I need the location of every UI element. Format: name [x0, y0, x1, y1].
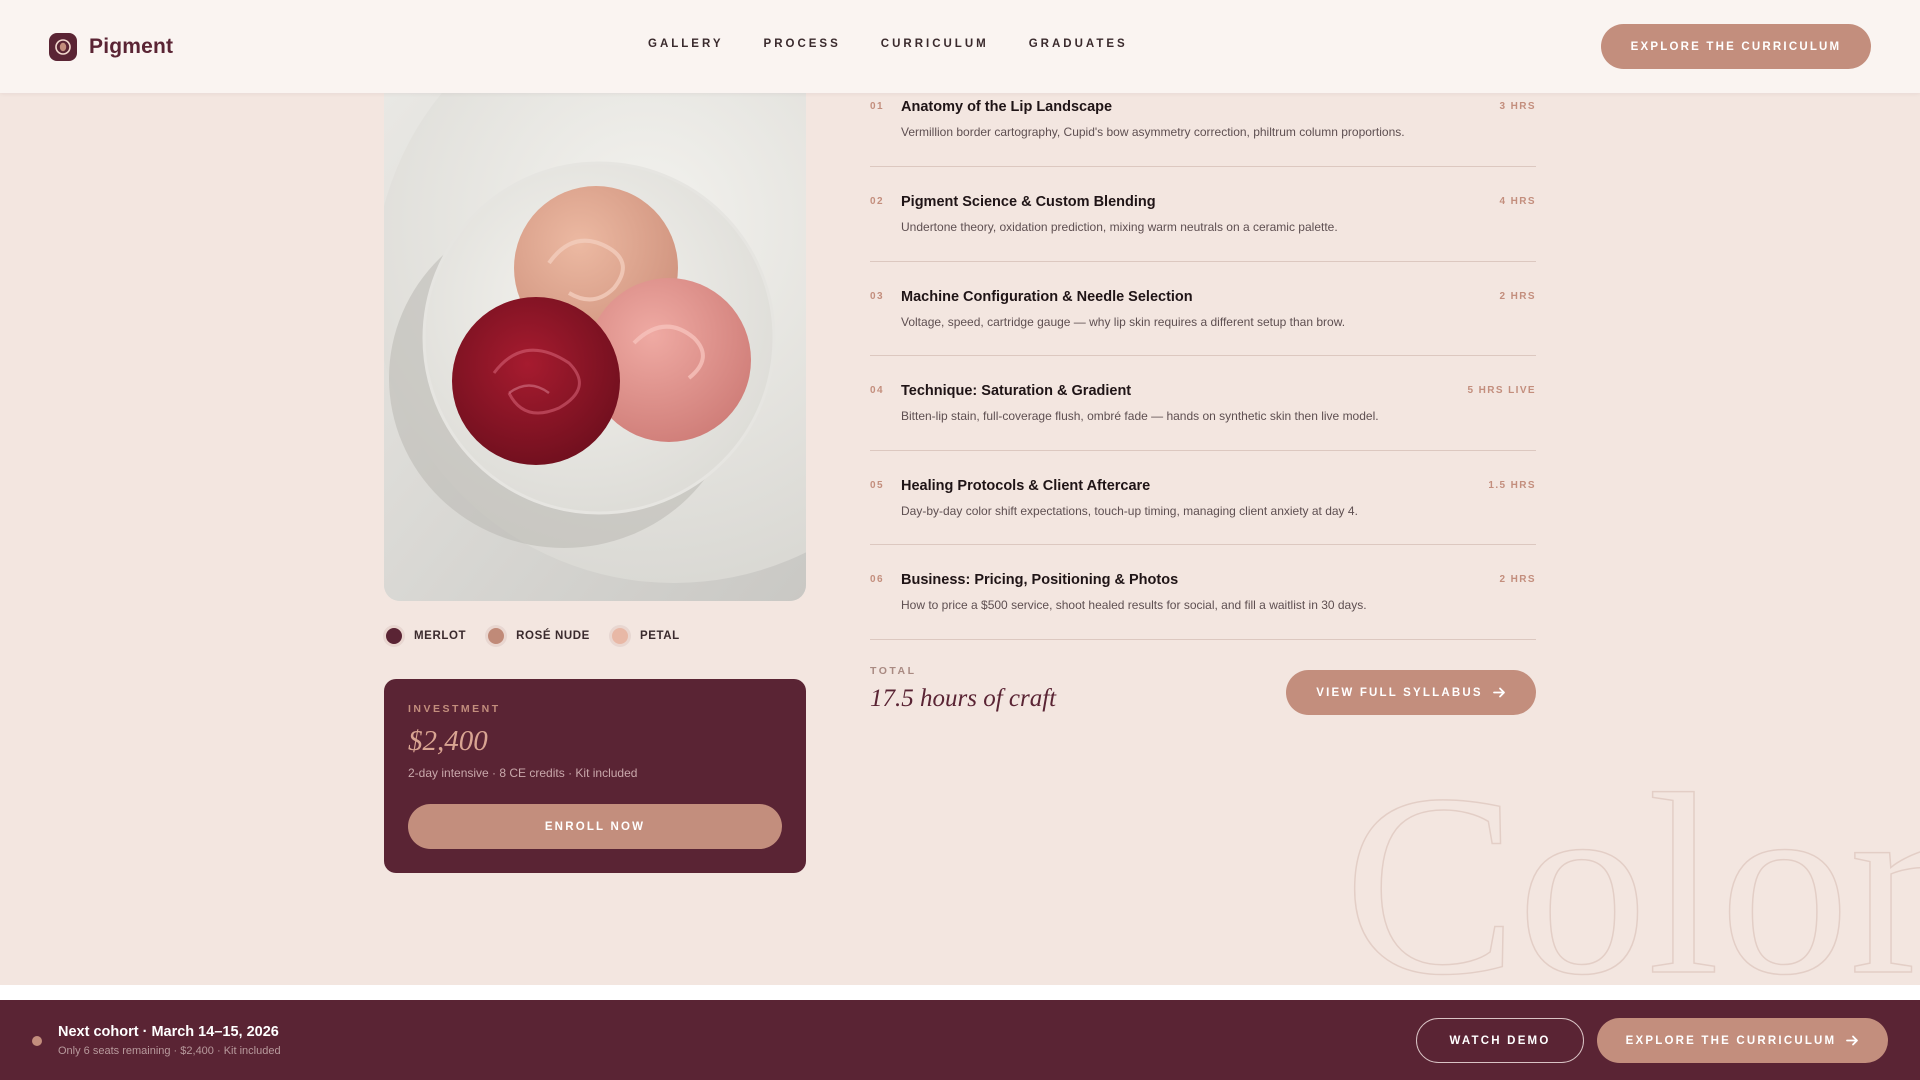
module-description: Undertone theory, oxidation prediction, … — [901, 220, 1338, 234]
module-description: Vermillion border cartography, Cupid's b… — [901, 125, 1405, 139]
swatch-petal-dot — [609, 626, 630, 646]
module-item[interactable]: 03 Machine Configuration & Needle Select… — [870, 262, 1536, 356]
module-title: Technique: Saturation & Gradient — [901, 383, 1132, 399]
module-item[interactable]: 04 Technique: Saturation & Gradient Bitt… — [870, 356, 1536, 451]
site-header: Pigment GALLERY PROCESS CURRICULUM GRADU… — [0, 0, 1920, 93]
module-description: How to price a $500 service, shoot heale… — [901, 598, 1367, 612]
enroll-now-button[interactable]: ENROLL NOW — [408, 804, 782, 849]
module-description: Voltage, speed, cartridge gauge — why li… — [901, 314, 1346, 329]
module-hours: 4 HRS — [1499, 196, 1536, 207]
brand[interactable]: Pigment — [49, 33, 173, 61]
investment-price: $2,400 — [408, 725, 488, 757]
arrow-right-icon — [1846, 1034, 1859, 1047]
module-hours: 1.5 HRS — [1488, 479, 1536, 491]
watch-demo-label: WATCH DEMO — [1449, 1034, 1551, 1047]
swatch-petal[interactable]: PETAL — [609, 626, 680, 646]
module-number: 05 — [870, 479, 885, 491]
module-title: Machine Configuration & Needle Selection — [901, 288, 1193, 305]
swatch-rose-nude-label: ROSÉ NUDE — [516, 630, 590, 642]
view-full-syllabus-label: VIEW FULL SYLLABUS — [1316, 686, 1483, 699]
module-title: Pigment Science & Custom Blending — [901, 194, 1156, 210]
nav-graduates[interactable]: GRADUATES — [1029, 38, 1128, 50]
module-description: Day-by-day color shift expectations, tou… — [901, 503, 1358, 518]
module-hours: 3 HRS — [1499, 101, 1536, 112]
view-full-syllabus-button[interactable]: VIEW FULL SYLLABUS — [1286, 670, 1536, 715]
swatch-merlot-dot — [384, 626, 404, 646]
module-number: 03 — [870, 290, 885, 302]
explore-curriculum-bottom-label: EXPLORE THE CURRICULUM — [1625, 1034, 1837, 1047]
section-divider — [0, 985, 1920, 1000]
explore-curriculum-button[interactable]: EXPLORE THE CURRICULUM — [1601, 24, 1871, 69]
nav-curriculum[interactable]: CURRICULUM — [881, 38, 989, 50]
investment-card: INVESTMENT $2,400 2-day intensive · 8 CE… — [384, 679, 806, 873]
pigment-palette-photo — [384, 93, 806, 601]
module-hours: 2 HRS — [1499, 290, 1536, 302]
module-item[interactable]: 02 Pigment Science & Custom Blending Und… — [870, 167, 1536, 262]
module-item[interactable]: 05 Healing Protocols & Client Aftercare … — [870, 451, 1536, 545]
swatch-rose-nude[interactable]: ROSÉ NUDE — [486, 626, 590, 646]
lip-logo-icon — [49, 33, 77, 61]
explore-curriculum-bottom-button[interactable]: EXPLORE THE CURRICULUM — [1597, 1018, 1888, 1063]
total-label: TOTAL — [870, 665, 917, 677]
module-hours: 5 HRS LIVE — [1467, 385, 1536, 396]
module-item[interactable]: 06 Business: Pricing, Positioning & Phot… — [870, 545, 1536, 640]
module-title: Business: Pricing, Positioning & Photos — [901, 572, 1179, 588]
brand-name: Pigment — [89, 35, 174, 58]
arrow-right-icon — [1492, 686, 1506, 699]
nav-process[interactable]: PROCESS — [764, 38, 841, 50]
module-hours: 2 HRS — [1499, 574, 1536, 585]
enroll-now-label: ENROLL NOW — [544, 820, 646, 833]
module-title: Healing Protocols & Client Aftercare — [901, 477, 1151, 494]
sticky-cohort-bar: Next cohort · March 14–15, 2026 Only 6 s… — [0, 1000, 1920, 1080]
next-cohort-title: Next cohort · March 14–15, 2026 — [58, 1024, 279, 1040]
nav-gallery[interactable]: GALLERY — [648, 38, 724, 50]
investment-details: 2-day intensive · 8 CE credits · Kit inc… — [408, 766, 638, 780]
explore-curriculum-label: EXPLORE THE CURRICULUM — [1630, 40, 1842, 53]
swatch-petal-label: PETAL — [639, 630, 680, 642]
main-nav: GALLERY PROCESS CURRICULUM GRADUATES — [648, 38, 1128, 50]
module-number: 06 — [870, 574, 885, 585]
watch-demo-button[interactable]: WATCH DEMO — [1416, 1018, 1584, 1063]
total-hours: 17.5 hours of craft — [870, 685, 1057, 712]
module-description: Bitten-lip stain, full-coverage flush, o… — [901, 409, 1379, 423]
swatch-merlot-label: MERLOT — [414, 630, 467, 642]
module-number: 01 — [870, 101, 885, 112]
module-item[interactable]: 01 Anatomy of the Lip Landscape Vermilli… — [870, 93, 1536, 167]
watermark-text: Color — [1344, 741, 1920, 980]
module-number: 04 — [870, 385, 885, 396]
status-dot-icon — [32, 1036, 42, 1046]
seats-remaining-text: Only 6 seats remaining · $2,400 · Kit in… — [58, 1045, 281, 1057]
color-watermark: Color — [1340, 740, 1920, 980]
module-title: Anatomy of the Lip Landscape — [901, 99, 1113, 115]
shade-swatches: MERLOT ROSÉ NUDE PETAL — [384, 626, 680, 646]
swatch-merlot[interactable]: MERLOT — [384, 626, 466, 646]
swatch-rose-nude-dot — [486, 626, 507, 646]
investment-label: INVESTMENT — [408, 703, 501, 715]
curriculum-modules: 01 Anatomy of the Lip Landscape Vermilli… — [870, 93, 1536, 640]
module-number: 02 — [870, 196, 885, 207]
